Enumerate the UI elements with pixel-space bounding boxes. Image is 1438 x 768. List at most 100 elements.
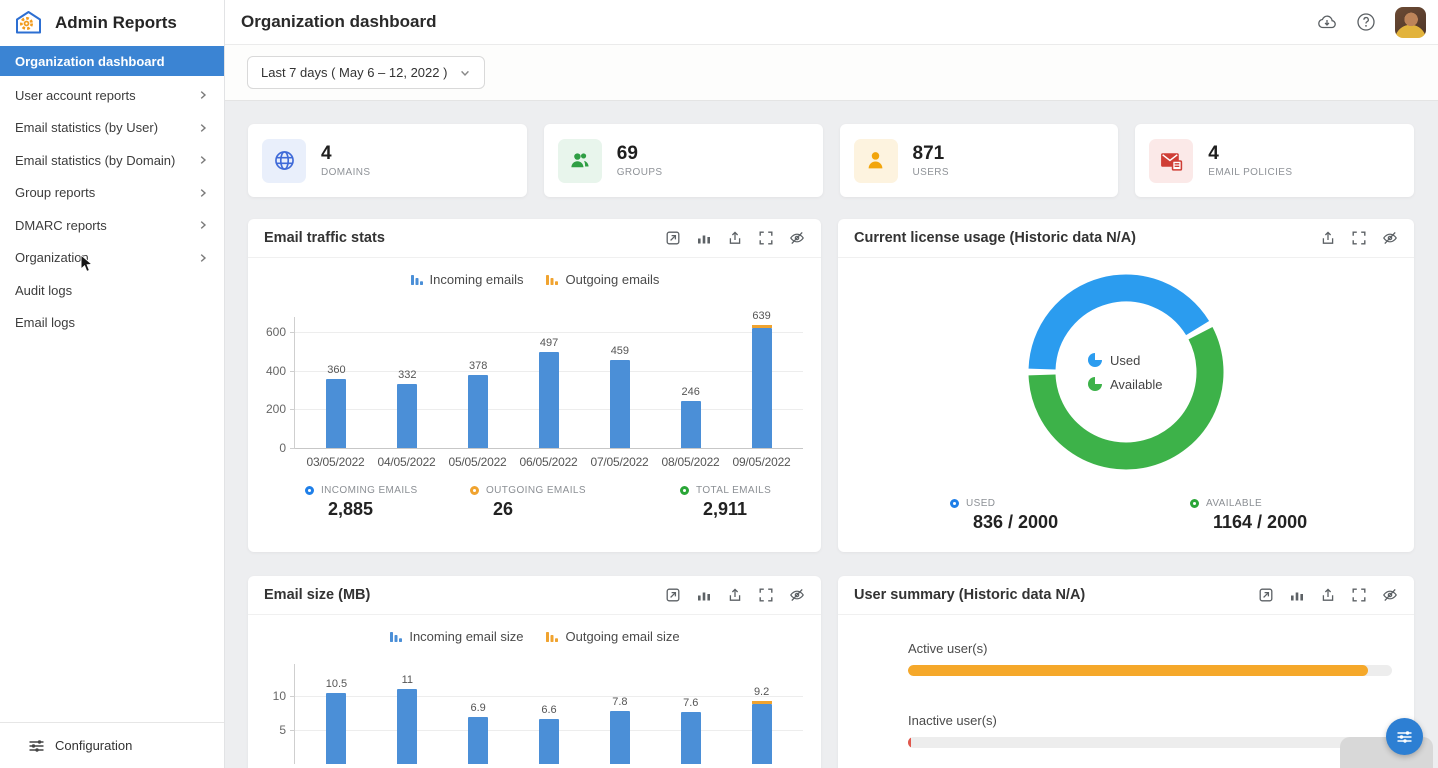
card-license-usage: Current license usage (Historic data N/A… xyxy=(838,219,1414,552)
sidebar-item-email-logs[interactable]: Email logs xyxy=(0,307,224,340)
legend-item-outgoing-emails[interactable]: Outgoing emails xyxy=(545,271,659,287)
sidebar-item-organization[interactable]: Organization xyxy=(0,242,224,275)
dashboard-content: 4DOMAINS69GROUPS871USERS4EMAIL POLICIES … xyxy=(225,101,1438,768)
bar-slot: 332 xyxy=(372,369,443,448)
summary-stat-label: OUTGOING EMAILS xyxy=(486,485,586,496)
hide-icon[interactable] xyxy=(1382,587,1398,603)
chevron-down-icon xyxy=(459,67,471,79)
bar-value-label: 10.5 xyxy=(326,678,347,690)
chart-legend: Incoming email size Outgoing email size xyxy=(248,628,821,644)
bar-chart-icon[interactable] xyxy=(696,230,712,246)
sidebar-item-label: Email logs xyxy=(15,315,75,330)
incoming-bar-segment[interactable] xyxy=(681,401,701,448)
legend-item-available[interactable]: Available xyxy=(1088,377,1163,392)
summary-stat-total-emails: TOTAL EMAILS2,911 xyxy=(680,485,821,520)
x-axis-label: 06/05/2022 xyxy=(513,455,584,469)
progress-fill[interactable] xyxy=(908,737,911,748)
bar-chart-icon[interactable] xyxy=(696,587,712,603)
cloud-download-icon[interactable] xyxy=(1317,12,1337,32)
legend-item-outgoing-email-size[interactable]: Outgoing email size xyxy=(545,628,679,644)
sidebar-item-organization-dashboard[interactable]: Organization dashboard xyxy=(0,46,224,76)
incoming-bar-segment[interactable] xyxy=(681,712,701,764)
user-icon xyxy=(854,139,898,183)
sidebar-item-label: User account reports xyxy=(15,88,136,103)
fullscreen-icon[interactable] xyxy=(758,230,774,246)
bar-slot: 360 xyxy=(301,364,372,448)
fullscreen-icon[interactable] xyxy=(758,587,774,603)
fullscreen-icon[interactable] xyxy=(1351,587,1367,603)
sliders-icon xyxy=(28,739,45,753)
date-range-filter[interactable]: Last 7 days ( May 6 – 12, 2022 ) xyxy=(247,56,485,89)
y-tick-label: 10 xyxy=(273,689,286,703)
user-summary-label: Active user(s) xyxy=(908,641,1392,656)
sidebar-item-dmarc-reports[interactable]: DMARC reports xyxy=(0,209,224,242)
stat-value: 871 xyxy=(913,143,949,166)
card-email-traffic: Email traffic stats Incoming emailsOutgo… xyxy=(248,219,821,552)
legend-item-incoming-email-size[interactable]: Incoming email size xyxy=(389,628,523,644)
chart-settings-fab[interactable] xyxy=(1386,718,1423,755)
incoming-bar-segment[interactable] xyxy=(610,360,630,448)
email-traffic-bar-chart: 020040060036033237849745924663903/05/202… xyxy=(294,317,803,469)
incoming-bar-segment[interactable] xyxy=(752,704,772,764)
card-actions xyxy=(665,230,805,246)
user-summary-row-inactive-user-s: Inactive user(s) xyxy=(908,713,1392,748)
sidebar-item-audit-logs[interactable]: Audit logs xyxy=(0,274,224,307)
summary-stat-value: 2,911 xyxy=(703,499,821,520)
incoming-bar-segment[interactable] xyxy=(468,717,488,764)
legend-item-used[interactable]: Used xyxy=(1088,353,1140,368)
configuration-label: Configuration xyxy=(55,738,132,753)
incoming-bar-segment[interactable] xyxy=(397,689,417,764)
stat-cards-row: 4DOMAINS69GROUPS871USERS4EMAIL POLICIES xyxy=(248,124,1414,197)
sidebar-item-email-statistics-by-user[interactable]: Email statistics (by User) xyxy=(0,112,224,145)
bottom-row: Email size (MB) Incoming email sizeOutgo… xyxy=(248,576,1414,768)
incoming-bar-segment[interactable] xyxy=(539,719,559,764)
progress-fill[interactable] xyxy=(908,665,1368,676)
share-icon[interactable] xyxy=(1320,587,1336,603)
chevron-right-icon xyxy=(197,187,209,199)
incoming-bar-segment[interactable] xyxy=(539,352,559,448)
hide-icon[interactable] xyxy=(789,230,805,246)
popout-icon[interactable] xyxy=(665,587,681,603)
incoming-bar-segment[interactable] xyxy=(326,693,346,764)
hide-icon[interactable] xyxy=(789,587,805,603)
y-tick-label: 400 xyxy=(266,364,286,378)
share-icon[interactable] xyxy=(1320,230,1336,246)
popout-icon[interactable] xyxy=(665,230,681,246)
sliders-icon xyxy=(1396,730,1413,744)
hide-icon[interactable] xyxy=(1382,230,1398,246)
summary-stat-label: USED xyxy=(966,498,995,509)
sidebar-item-label: DMARC reports xyxy=(15,218,107,233)
bar-slot: 497 xyxy=(514,337,585,448)
incoming-bar-segment[interactable] xyxy=(326,379,346,448)
sidebar-nav: Organization dashboard User account repor… xyxy=(0,45,224,722)
sidebar-item-group-reports[interactable]: Group reports xyxy=(0,177,224,210)
fullscreen-icon[interactable] xyxy=(1351,230,1367,246)
popout-icon[interactable] xyxy=(1258,587,1274,603)
summary-stat-available: AVAILABLE1164 / 2000 xyxy=(1190,498,1414,533)
email-policy-icon xyxy=(1149,139,1193,183)
sidebar-item-label: Email statistics (by User) xyxy=(15,120,158,135)
x-axis-label: 08/05/2022 xyxy=(655,455,726,469)
stat-label: DOMAINS xyxy=(321,167,370,178)
share-icon[interactable] xyxy=(727,230,743,246)
brand: Admin Reports xyxy=(0,0,224,45)
sidebar-item-email-statistics-by-domain[interactable]: Email statistics (by Domain) xyxy=(0,144,224,177)
legend-item-incoming-emails[interactable]: Incoming emails xyxy=(410,271,524,287)
bar-slot: 639 xyxy=(726,310,797,448)
share-icon[interactable] xyxy=(727,587,743,603)
incoming-bar-segment[interactable] xyxy=(397,384,417,448)
summary-stat-label: INCOMING EMAILS xyxy=(321,485,418,496)
page-title: Organization dashboard xyxy=(241,12,437,32)
traffic-summary-stats: INCOMING EMAILS2,885OUTGOING EMAILS26TOT… xyxy=(248,485,821,520)
user-avatar[interactable] xyxy=(1395,7,1426,38)
incoming-bar-segment[interactable] xyxy=(752,328,772,448)
help-icon[interactable] xyxy=(1356,12,1376,32)
sidebar-item-user-account-reports[interactable]: User account reports xyxy=(0,79,224,112)
topbar: Organization dashboard xyxy=(225,0,1438,45)
incoming-bar-segment[interactable] xyxy=(610,711,630,764)
incoming-bar-segment[interactable] xyxy=(468,375,488,448)
sidebar-item-configuration[interactable]: Configuration xyxy=(0,722,224,768)
card-email-size: Email size (MB) Incoming email sizeOutgo… xyxy=(248,576,821,768)
bar-chart-icon[interactable] xyxy=(1289,587,1305,603)
stat-card-users: 871USERS xyxy=(840,124,1119,197)
